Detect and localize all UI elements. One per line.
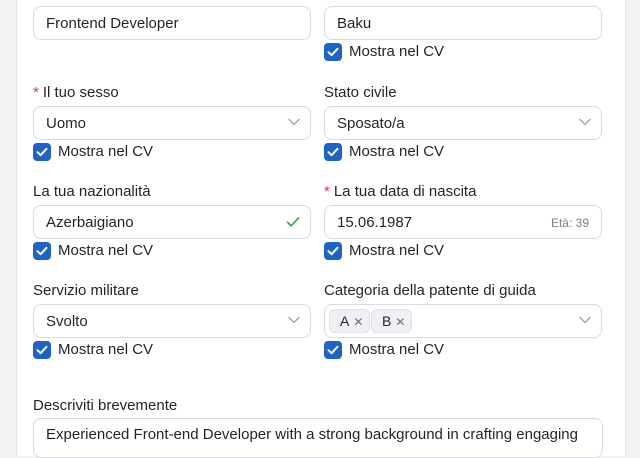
remove-tag-icon[interactable]: ✕ (395, 315, 405, 329)
license-label: Categoria della patente di guida (324, 282, 536, 299)
checkbox-checked-icon (33, 143, 51, 161)
description-textarea[interactable]: Experienced Front-end Developer with a s… (33, 418, 603, 458)
chevron-down-icon (579, 316, 591, 324)
military-service-value: Svolto (46, 313, 88, 330)
gender-label: * Il tuo sesso (33, 84, 119, 101)
age-readout: Età: 39 (550, 216, 589, 230)
birth-date-value: 15.06.1987 (337, 214, 413, 231)
description-label: Descriviti brevemente (33, 397, 178, 414)
city-value: Baku (337, 15, 372, 32)
chevron-down-icon (579, 118, 591, 126)
required-marker: * (324, 183, 330, 200)
gender-value: Uomo (46, 115, 87, 132)
license-tag-b[interactable]: B ✕ (371, 309, 413, 333)
checkbox-label: Mostra nel CV (349, 341, 445, 358)
checkbox-checked-icon (324, 242, 342, 260)
birth-date-label: * La tua data di nascita (324, 183, 477, 200)
city-input[interactable]: Baku (324, 6, 602, 40)
marital-status-label: Stato civile (324, 84, 397, 101)
required-marker: * (33, 84, 39, 101)
nationality-input[interactable]: Azerbaigiano (33, 205, 311, 239)
birth-date-input[interactable]: 15.06.1987 Età: 39 (324, 205, 602, 239)
gender-select[interactable]: Uomo (33, 106, 311, 140)
job-title-value: Frontend Developer (46, 15, 179, 32)
job-title-input[interactable]: Frontend Developer (33, 6, 311, 40)
nationality-value: Azerbaigiano (46, 214, 134, 231)
chevron-down-icon (288, 316, 300, 324)
checkbox-label: Mostra nel CV (58, 242, 154, 259)
military-service-label: Servizio militare (33, 282, 139, 299)
checkbox-checked-icon (324, 143, 342, 161)
checkbox-checked-icon (324, 341, 342, 359)
checkbox-checked-icon (33, 341, 51, 359)
nationality-label: La tua nazionalità (33, 183, 151, 200)
checkbox-label: Mostra nel CV (58, 143, 154, 160)
checkbox-checked-icon (33, 242, 51, 260)
description-value: Experienced Front-end Developer with a s… (46, 426, 578, 443)
checkbox-label: Mostra nel CV (349, 43, 445, 60)
military-service-select[interactable]: Svolto (33, 304, 311, 338)
marital-status-value: Sposato/a (337, 115, 405, 132)
valid-check-icon (286, 217, 300, 227)
checkbox-checked-icon (324, 43, 342, 61)
checkbox-label: Mostra nel CV (58, 341, 154, 358)
license-multiselect[interactable]: A ✕ B ✕ (324, 304, 602, 338)
checkbox-label: Mostra nel CV (349, 242, 445, 259)
checkbox-label: Mostra nel CV (349, 143, 445, 160)
chevron-down-icon (288, 118, 300, 126)
marital-status-select[interactable]: Sposato/a (324, 106, 602, 140)
remove-tag-icon[interactable]: ✕ (353, 315, 363, 329)
license-tag-a[interactable]: A ✕ (329, 309, 371, 333)
